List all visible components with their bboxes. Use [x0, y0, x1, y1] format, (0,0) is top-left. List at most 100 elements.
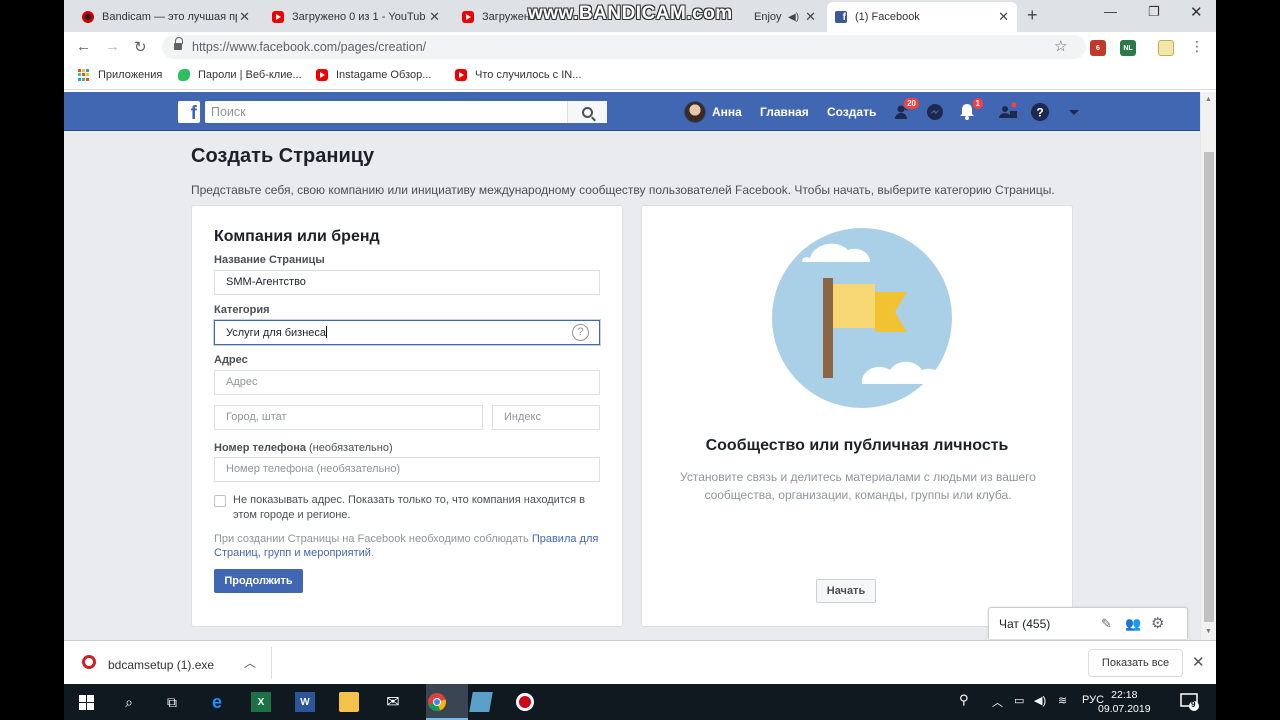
- minimize-icon[interactable]: —: [1104, 4, 1117, 19]
- bookmark-label: Приложения: [98, 69, 163, 81]
- messenger-icon[interactable]: [925, 102, 945, 122]
- close-window-icon[interactable]: ✕: [1190, 3, 1203, 21]
- page-title: Создать Страницу: [191, 145, 375, 167]
- page-scrollbar[interactable]: ▲ ▼: [1200, 92, 1216, 640]
- search-button[interactable]: [567, 101, 607, 123]
- forward-icon[interactable]: →: [105, 38, 120, 55]
- word-icon[interactable]: W: [295, 692, 315, 712]
- terms-notice: При создании Страницы на Facebook необхо…: [214, 532, 604, 560]
- settings-gear-icon[interactable]: ⚙: [1151, 614, 1164, 632]
- tab-title: Bandicam — это лучшая пр: [102, 11, 237, 23]
- bookmark-star-icon[interactable]: ☆: [1054, 37, 1067, 55]
- notifications-icon[interactable]: 1: [957, 97, 984, 122]
- home-link[interactable]: Главная: [760, 105, 809, 119]
- compose-icon[interactable]: ✎: [1101, 616, 1112, 632]
- address-input[interactable]: Адрес: [214, 370, 600, 395]
- audio-icon: ◀): [788, 11, 800, 23]
- action-center-icon[interactable]: 9: [1179, 691, 1199, 711]
- start-button[interactable]: [76, 692, 96, 712]
- bandicam-record-icon[interactable]: [515, 692, 535, 712]
- search-input[interactable]: Поиск: [205, 101, 607, 123]
- nl-extension-icon[interactable]: NL: [1120, 40, 1136, 56]
- bookmark-label: Пароли | Веб-клие...: [198, 69, 302, 81]
- close-tab-icon[interactable]: ✕: [239, 9, 250, 25]
- app-icon[interactable]: [469, 692, 493, 712]
- chevron-up-icon[interactable]: ︿: [244, 654, 256, 671]
- wifi-icon[interactable]: ≋: [1058, 694, 1067, 707]
- phone-optional-text: (необязательно): [309, 442, 393, 454]
- profile-link[interactable]: Анна: [684, 101, 742, 123]
- close-tab-icon[interactable]: ✕: [429, 9, 440, 25]
- bookmark-what-happened[interactable]: Что случилось с IN...: [455, 69, 581, 81]
- close-tab-icon[interactable]: ✕: [998, 9, 1009, 25]
- category-label: Категория: [214, 304, 270, 316]
- hide-address-checkbox[interactable]: [214, 495, 226, 507]
- volume-icon[interactable]: ◀): [1034, 694, 1046, 707]
- phone-label: Номер телефона (необязательно): [214, 442, 393, 454]
- address-label: Адрес: [214, 354, 248, 366]
- category-input[interactable]: Услуги для бизнеса ?: [214, 320, 600, 345]
- groups-icon[interactable]: [998, 102, 1018, 122]
- scroll-thumb[interactable]: [1204, 152, 1214, 622]
- business-heading: Компания или бренд: [214, 228, 380, 245]
- new-group-icon[interactable]: 👥: [1125, 616, 1141, 632]
- tab-youtube-1[interactable]: Загружено 0 из 1 - YouTub ✕: [264, 2, 448, 32]
- evernote-icon: [178, 69, 190, 81]
- city-input[interactable]: Город, штат: [214, 405, 483, 430]
- question-icon[interactable]: ?: [572, 324, 589, 341]
- address-bar[interactable]: https://www.facebook.com/pages/creation/: [162, 35, 1086, 59]
- back-icon[interactable]: ←: [76, 38, 91, 55]
- youtube-icon: [272, 11, 284, 23]
- url-text: https://www.facebook.com/pages/creation/: [192, 40, 427, 54]
- community-description: Установите связь и делитесь материалами …: [680, 470, 1036, 502]
- tab-facebook[interactable]: f (1) Facebook ✕: [827, 2, 1017, 32]
- extension-icon[interactable]: [1158, 40, 1174, 56]
- facebook-navbar: f Поиск Анна Главная Создать 20 1 ?: [64, 92, 1200, 131]
- show-all-downloads-button[interactable]: Показать все: [1088, 649, 1183, 677]
- mail-icon[interactable]: ✉: [383, 692, 403, 712]
- battery-icon[interactable]: ▭: [1014, 694, 1024, 707]
- adblock-extension-icon[interactable]: 6: [1090, 40, 1106, 56]
- facebook-icon: f: [835, 11, 847, 23]
- facebook-logo-icon[interactable]: f: [178, 101, 200, 123]
- tab-bandicam[interactable]: Bandicam — это лучшая пр ✕: [74, 2, 258, 32]
- file-explorer-icon[interactable]: [339, 692, 359, 712]
- bookmark-passwords[interactable]: Пароли | Веб-клие...: [178, 69, 302, 81]
- bookmark-instagame[interactable]: Instagame Обзор...: [316, 69, 431, 81]
- start-button[interactable]: Начать: [816, 579, 876, 603]
- search-icon: [582, 106, 593, 118]
- scroll-up-icon[interactable]: ▲: [1205, 96, 1212, 103]
- close-tab-icon[interactable]: ✕: [805, 9, 816, 25]
- chrome-icon[interactable]: [427, 692, 447, 712]
- people-icon[interactable]: ⚲: [959, 692, 969, 708]
- create-link[interactable]: Создать: [827, 105, 876, 119]
- bookmark-apps[interactable]: Приложения: [78, 69, 162, 81]
- divider: [271, 647, 272, 679]
- excel-icon[interactable]: X: [251, 692, 271, 712]
- page-name-input[interactable]: SMM-Агентство: [214, 270, 600, 295]
- continue-button[interactable]: Продолжить: [214, 569, 303, 593]
- business-card: Компания или бренд Название Страницы SMM…: [191, 205, 623, 627]
- chevron-up-icon[interactable]: ︿: [992, 694, 1003, 710]
- search-icon[interactable]: ⌕: [119, 692, 139, 712]
- phone-input[interactable]: Номер телефона (необязательно): [214, 457, 600, 482]
- friend-requests-icon[interactable]: 20: [893, 97, 920, 122]
- menu-icon[interactable]: ⋮: [1190, 38, 1204, 55]
- svg-text:?: ?: [1036, 106, 1043, 120]
- new-tab-button[interactable]: +: [1027, 5, 1038, 26]
- edge-icon[interactable]: e: [207, 692, 227, 712]
- help-icon[interactable]: ?: [1030, 102, 1050, 122]
- account-menu-icon[interactable]: [1064, 102, 1084, 122]
- task-view-icon[interactable]: ⧉: [162, 692, 182, 712]
- page-content: Создать Страницу Представьте себя, свою …: [64, 131, 1200, 640]
- maximize-icon[interactable]: ❐: [1148, 4, 1160, 20]
- close-download-bar-icon[interactable]: ✕: [1192, 653, 1205, 671]
- chat-tab[interactable]: Чат (455) ✎ 👥 ⚙: [988, 607, 1188, 639]
- zip-input[interactable]: Индекс: [492, 405, 600, 430]
- bandicam-file-icon: [82, 655, 96, 669]
- download-filename[interactable]: bdcamsetup (1).exe: [108, 658, 214, 672]
- scroll-down-icon[interactable]: ▼: [1205, 628, 1212, 635]
- system-clock[interactable]: 22:18 09.07.2019: [1098, 688, 1151, 716]
- reload-icon[interactable]: ↻: [134, 38, 147, 56]
- youtube-icon: [316, 69, 328, 81]
